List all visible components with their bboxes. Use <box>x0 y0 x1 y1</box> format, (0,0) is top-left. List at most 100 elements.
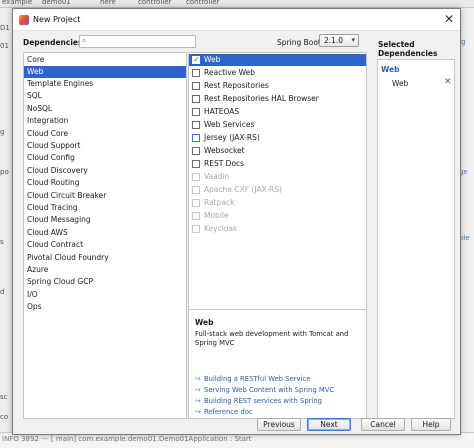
ide-tab[interactable]: example <box>2 0 32 6</box>
category-item[interactable]: Cloud Config <box>24 152 186 164</box>
dependency-label: Web Services <box>204 120 255 129</box>
doc-icon: ↪ <box>195 408 201 416</box>
ide-left-text: sc <box>0 393 8 401</box>
console-line: INFO 3892 --- [ main] com.example.demo01… <box>2 435 252 443</box>
dependency-item[interactable]: Reactive Web <box>189 67 366 79</box>
dependency-item-disabled: Keycloak <box>189 223 366 235</box>
ide-tab[interactable]: controller <box>186 0 219 6</box>
category-item[interactable]: Pivotal Cloud Foundry <box>24 252 186 264</box>
dependency-label: Websocket <box>204 146 245 155</box>
dependency-label: Apache CXF (JAX-RS) <box>204 185 282 194</box>
category-item[interactable]: Cloud Messaging <box>24 214 186 226</box>
help-button[interactable]: Help <box>411 418 451 431</box>
remove-icon[interactable]: ✕ <box>444 77 452 87</box>
checkbox-checked[interactable] <box>192 54 200 66</box>
selected-dependencies-label: Selected Dependencies <box>378 40 438 58</box>
checkbox-disabled <box>192 173 200 181</box>
cancel-button[interactable]: Cancel <box>361 418 405 431</box>
ide-tab[interactable]: controller <box>138 0 171 6</box>
checkbox[interactable] <box>192 160 200 168</box>
dependency-item[interactable]: HATEOAS <box>189 106 366 118</box>
guide-link-text[interactable]: Building REST services with Spring <box>204 397 322 405</box>
dependency-label: Mobile <box>204 211 229 220</box>
category-item[interactable]: Cloud Support <box>24 140 186 152</box>
guide-link[interactable]: ↪ Building REST services with Spring <box>195 397 322 407</box>
dependency-label: Web <box>204 55 221 64</box>
selected-dependency-item: Web <box>392 79 409 88</box>
dependency-item-disabled: Vaadin <box>189 171 366 183</box>
guide-link-text[interactable]: Building a RESTful Web Service <box>204 375 310 383</box>
category-item[interactable]: I/O <box>24 289 186 301</box>
description-divider <box>189 309 366 310</box>
search-icon: ⌕ <box>82 36 87 45</box>
dependency-item[interactable]: Rest Repositories <box>189 80 366 92</box>
spring-boot-version-value: 2.1.0 <box>324 36 344 45</box>
ide-left-text: d <box>0 288 5 296</box>
dependency-search[interactable]: ⌕ <box>79 35 196 48</box>
guide-link-text[interactable]: Serving Web Content with Spring MVC <box>204 386 334 394</box>
next-button[interactable]: Next <box>307 418 351 431</box>
checkbox[interactable] <box>192 147 200 155</box>
guide-link[interactable]: ↪ Serving Web Content with Spring MVC <box>195 386 334 396</box>
checkbox-disabled <box>192 186 200 194</box>
dialog-title: New Project <box>33 15 81 24</box>
reference-doc-link[interactable]: ↪ Reference doc <box>195 408 253 418</box>
category-item[interactable]: Cloud AWS <box>24 227 186 239</box>
guide-icon: ↪ <box>195 375 201 383</box>
dependency-item[interactable]: Jersey (JAX-RS) <box>189 132 366 144</box>
spring-boot-version-select[interactable]: 2.1.0 ▾ <box>319 34 359 47</box>
category-item[interactable]: NoSQL <box>24 103 186 115</box>
category-item[interactable]: Spring Cloud GCP <box>24 276 186 288</box>
search-input[interactable] <box>92 37 192 46</box>
checkbox-disabled <box>192 199 200 207</box>
dependency-label: Rest Repositories HAL Browser <box>204 94 319 103</box>
checkbox[interactable] <box>192 134 200 142</box>
dependency-label: Reactive Web <box>204 68 256 77</box>
description-title: Web <box>195 318 214 327</box>
chevron-down-icon: ▾ <box>351 36 355 44</box>
reference-doc-text[interactable]: Reference doc <box>204 408 253 416</box>
ide-left-text: s <box>0 238 4 246</box>
category-item[interactable]: Cloud Routing <box>24 177 186 189</box>
checkbox[interactable] <box>192 82 200 90</box>
close-icon[interactable]: ✕ <box>444 12 454 26</box>
category-item[interactable]: SQL <box>24 90 186 102</box>
checkbox-disabled <box>192 212 200 220</box>
checkbox[interactable] <box>192 121 200 129</box>
category-item[interactable]: Cloud Discovery <box>24 165 186 177</box>
ide-tab[interactable]: here <box>100 0 116 6</box>
dialog-titlebar: New Project ✕ <box>13 9 460 31</box>
dependency-label: Ratpack <box>204 198 235 207</box>
new-project-dialog: New Project ✕ Dependencies ⌕ Spring Boot… <box>12 8 461 435</box>
dependency-item[interactable]: Web Services <box>189 119 366 131</box>
dependency-item[interactable]: Rest Repositories HAL Browser <box>189 93 366 105</box>
dependency-label: Rest Repositories <box>204 81 269 90</box>
guide-link[interactable]: ↪ Building a RESTful Web Service <box>195 375 310 385</box>
ide-tab[interactable]: demo01 <box>42 0 71 6</box>
checkbox-disabled <box>192 225 200 233</box>
previous-button[interactable]: Previous <box>257 418 301 431</box>
category-item[interactable]: Cloud Tracing <box>24 202 186 214</box>
description-text: Full-stack web development with Tomcat a… <box>195 330 349 347</box>
category-item[interactable]: Cloud Circuit Breaker <box>24 190 186 202</box>
category-item[interactable]: Cloud Core <box>24 128 186 140</box>
checkbox[interactable] <box>192 95 200 103</box>
dependencies-label: Dependencies <box>23 38 83 47</box>
ide-left-text: 01 <box>0 42 9 50</box>
category-item[interactable]: Core <box>24 54 186 66</box>
dependency-item[interactable]: Websocket <box>189 145 366 157</box>
selected-category: Web <box>381 65 400 74</box>
category-item[interactable]: Cloud Contract <box>24 239 186 251</box>
dependency-item-web[interactable]: Web <box>189 54 366 66</box>
category-item[interactable]: Azure <box>24 264 186 276</box>
checkbox[interactable] <box>192 108 200 116</box>
intellij-icon <box>19 15 29 25</box>
category-item-selected[interactable]: Web <box>24 66 186 78</box>
category-item[interactable]: Template Engines <box>24 78 186 90</box>
checkbox[interactable] <box>192 69 200 77</box>
dependency-label: HATEOAS <box>204 107 240 116</box>
category-item[interactable]: Integration <box>24 115 186 127</box>
dependency-item[interactable]: REST Docs <box>189 158 366 170</box>
guide-icon: ↪ <box>195 397 201 405</box>
category-item[interactable]: Ops <box>24 301 186 313</box>
